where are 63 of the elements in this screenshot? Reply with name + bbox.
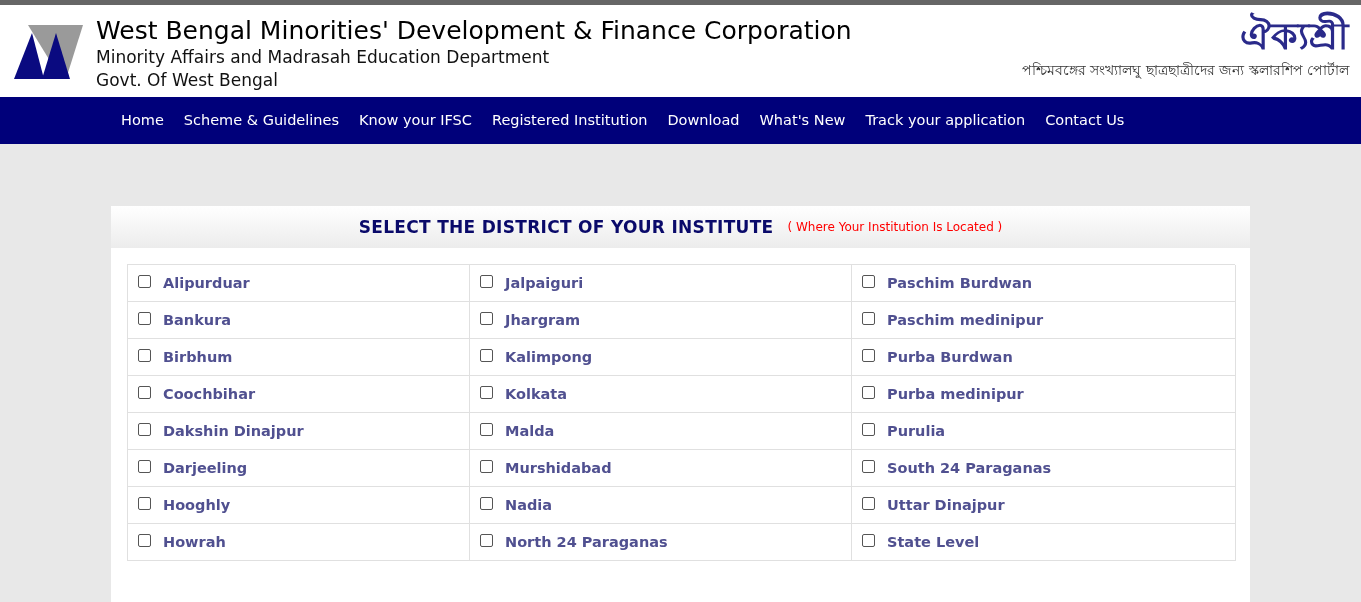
nav-link[interactable]: Download bbox=[657, 97, 750, 144]
nav-link[interactable]: Home bbox=[111, 97, 174, 144]
district-name[interactable]: Purba Burdwan bbox=[887, 349, 1013, 365]
district-name[interactable]: South 24 Paraganas bbox=[887, 460, 1052, 476]
district-name[interactable]: Paschim medinipur bbox=[887, 312, 1044, 328]
panel-title: SELECT THE DISTRICT OF YOUR INSTITUTE bbox=[358, 217, 774, 237]
district-checkbox[interactable] bbox=[862, 274, 875, 288]
district-checkbox[interactable] bbox=[138, 311, 151, 325]
district-checkbox[interactable] bbox=[862, 459, 875, 473]
district-name[interactable]: Birbhum bbox=[163, 349, 233, 365]
district-name[interactable]: Bankura bbox=[163, 312, 232, 328]
department-name: Minority Affairs and Madrasah Education Department bbox=[96, 46, 551, 69]
district-checkbox[interactable] bbox=[480, 348, 493, 362]
district-name[interactable]: Darjeeling bbox=[163, 460, 248, 476]
district-name[interactable]: Murshidabad bbox=[505, 460, 612, 476]
nav-link[interactable]: Contact Us bbox=[1035, 97, 1135, 144]
district-name[interactable]: Coochbihar bbox=[163, 386, 256, 402]
district-checkbox[interactable] bbox=[862, 385, 875, 399]
organization-title: West Bengal Minorities' Development & Finance Corporation bbox=[96, 16, 852, 46]
nav-link[interactable]: Scheme & Guidelines bbox=[173, 97, 349, 144]
district-name[interactable]: Kolkata bbox=[505, 386, 568, 402]
district-name[interactable]: State Level bbox=[887, 534, 980, 550]
district-checkbox[interactable] bbox=[138, 533, 151, 547]
district-checkbox[interactable] bbox=[862, 311, 875, 325]
panel-note: ( Where Your Institution Is Located ) bbox=[787, 220, 1003, 234]
district-checkbox[interactable] bbox=[480, 385, 493, 399]
district-checkbox[interactable] bbox=[480, 533, 493, 547]
nav-link[interactable]: Registered Institution bbox=[481, 97, 658, 144]
government-name: Govt. Of West Bengal bbox=[96, 69, 279, 92]
district-checkbox[interactable] bbox=[480, 274, 493, 288]
district-name[interactable]: Kalimpong bbox=[505, 349, 593, 365]
portal-name: ঐক্যশ্রী bbox=[1021, 13, 1349, 59]
district-checkbox[interactable] bbox=[138, 496, 151, 510]
district-name[interactable]: Malda bbox=[505, 423, 555, 439]
district-checkbox[interactable] bbox=[138, 385, 151, 399]
district-checkbox[interactable] bbox=[138, 459, 151, 473]
district-checkbox[interactable] bbox=[138, 274, 151, 288]
district-checkbox[interactable] bbox=[138, 348, 151, 362]
nav-link[interactable]: Track your application bbox=[855, 97, 1036, 144]
district-checkbox[interactable] bbox=[862, 533, 875, 547]
portal-tagline: পশ্চিমবঙ্গের সংখ্যালঘু ছাত্রছাত্রীদের জন্য স্কলারশিপ পোর্টাল bbox=[1021, 61, 1349, 81]
district-checkbox[interactable] bbox=[862, 496, 875, 510]
district-name[interactable]: North 24 Paraganas bbox=[505, 534, 668, 550]
district-checkbox[interactable] bbox=[138, 422, 151, 436]
district-name[interactable]: Paschim Burdwan bbox=[887, 275, 1033, 291]
district-name[interactable]: Jalpaiguri bbox=[505, 275, 584, 291]
district-checkbox[interactable] bbox=[480, 311, 493, 325]
district-name[interactable]: Alipurduar bbox=[163, 275, 250, 291]
district-checkbox[interactable] bbox=[480, 422, 493, 436]
district-name[interactable]: Uttar Dinajpur bbox=[887, 497, 1005, 513]
district-name[interactable]: Howrah bbox=[163, 534, 226, 550]
district-checkbox[interactable] bbox=[480, 459, 493, 473]
nav-link[interactable]: Know your IFSC bbox=[349, 97, 482, 144]
district-name[interactable]: Dakshin Dinajpur bbox=[163, 423, 304, 439]
district-name[interactable]: Purulia bbox=[887, 423, 946, 439]
district-checkbox[interactable] bbox=[862, 422, 875, 436]
district-checkbox[interactable] bbox=[862, 348, 875, 362]
district-name[interactable]: Hooghly bbox=[163, 497, 231, 513]
district-checkbox[interactable] bbox=[480, 496, 493, 510]
district-name[interactable]: Purba medinipur bbox=[887, 386, 1024, 402]
district-name[interactable]: Jhargram bbox=[505, 312, 581, 328]
nav-link[interactable]: What's New bbox=[749, 97, 856, 144]
district-name[interactable]: Nadia bbox=[505, 497, 553, 513]
